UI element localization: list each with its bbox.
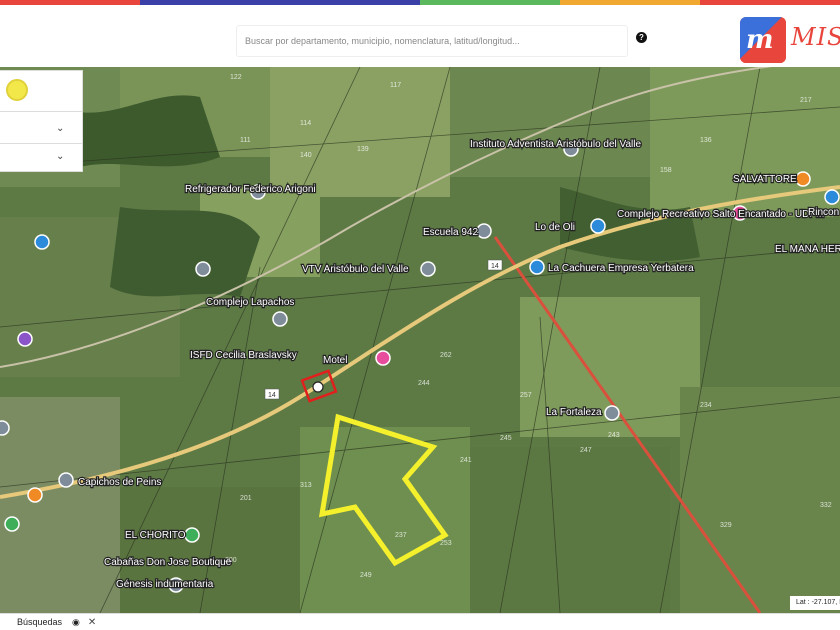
svg-text:253: 253 xyxy=(440,540,452,547)
chevron-down-icon[interactable]: ⌄ xyxy=(56,151,64,162)
poi-label: Rincon xyxy=(808,207,839,218)
location-pin-icon[interactable] xyxy=(6,79,28,101)
poi-label: EL CHORITO xyxy=(125,530,186,541)
close-icon[interactable]: ✕ xyxy=(88,617,96,628)
shop-icon xyxy=(604,405,620,421)
svg-text:111: 111 xyxy=(240,137,251,144)
svg-text:329: 329 xyxy=(720,522,732,529)
svg-text:117: 117 xyxy=(390,82,401,89)
svg-text:234: 234 xyxy=(700,402,712,409)
eye-icon[interactable]: ◉ xyxy=(72,617,80,628)
poi-label: Génesis indumentaria xyxy=(116,579,214,590)
shop-icon xyxy=(590,218,606,234)
app-logo: m xyxy=(740,17,786,63)
help-icon[interactable]: ? xyxy=(636,32,647,43)
svg-text:200: 200 xyxy=(225,557,237,564)
svg-text:122: 122 xyxy=(230,74,242,81)
parcel-marker-icon xyxy=(312,381,324,393)
poi-label: Complejo Lapachos xyxy=(206,297,294,308)
poi-label: Instituto Adventista Aristóbulo del Vall… xyxy=(470,139,641,150)
top-bar: Buscar por departamento, municipio, nome… xyxy=(0,5,840,67)
poi-label: EL MANA HERMANOS xyxy=(775,244,840,255)
map-canvas[interactable]: 14 14 Refrigerador Federico Arigoni Inst… xyxy=(0,67,840,613)
svg-text:247: 247 xyxy=(580,447,592,454)
shop-icon xyxy=(58,472,74,488)
svg-text:217: 217 xyxy=(800,97,812,104)
highway-shield: 14 xyxy=(268,392,276,399)
factory-icon xyxy=(529,259,545,275)
poi-label: Cabañas Don Jose Boutique xyxy=(104,557,232,568)
svg-text:262: 262 xyxy=(440,352,452,359)
svg-text:136: 136 xyxy=(700,137,712,144)
car-icon xyxy=(420,261,436,277)
chevron-down-icon[interactable]: ⌄ xyxy=(56,123,64,134)
shop-icon xyxy=(34,234,50,250)
svg-text:140: 140 xyxy=(300,152,312,159)
satellite-map[interactable]: 14 14 Refrigerador Federico Arigoni Inst… xyxy=(0,67,840,613)
hotel-icon xyxy=(375,350,391,366)
poi-label: SALVATTORE xyxy=(733,174,797,185)
poi-label: Refrigerador Federico Arigoni xyxy=(185,184,316,195)
shop-icon xyxy=(0,420,10,436)
park-icon xyxy=(184,527,200,543)
poi-label: VTV Aristóbulo del Valle xyxy=(302,264,409,275)
brand-name: MISIO xyxy=(791,23,840,51)
svg-text:237: 237 xyxy=(395,532,407,539)
svg-text:201: 201 xyxy=(240,495,252,502)
poi-label: La Cachuera Empresa Yerbatera xyxy=(548,263,694,274)
searches-label[interactable]: Búsquedas xyxy=(17,617,62,627)
searches-bar: Búsquedas ◉ ✕ xyxy=(0,613,840,630)
park-icon xyxy=(4,516,20,532)
poi-label: Motel xyxy=(323,355,347,366)
poi-label: La Fortaleza xyxy=(546,407,602,418)
poi-label: Capichos de Peins xyxy=(78,477,161,488)
school-icon xyxy=(272,311,288,327)
restaurant-icon xyxy=(27,487,43,503)
coordinate-readout: Lat : -27.107, L xyxy=(790,596,840,610)
shop-icon xyxy=(824,189,840,205)
poi-label: Complejo Recreativo Salto Encantado - UD… xyxy=(617,209,824,220)
svg-text:313: 313 xyxy=(300,482,312,489)
poi-label: ISFD Cecilia Braslavsky xyxy=(190,350,297,361)
lodging-icon xyxy=(195,261,211,277)
svg-text:249: 249 xyxy=(360,572,372,579)
svg-text:241: 241 xyxy=(460,457,472,464)
poi-label: Escuela 942 xyxy=(423,227,478,238)
school-icon xyxy=(476,223,492,239)
svg-text:158: 158 xyxy=(660,167,672,174)
svg-text:257: 257 xyxy=(520,392,532,399)
svg-text:244: 244 xyxy=(418,380,430,387)
svg-text:332: 332 xyxy=(820,502,832,509)
search-input[interactable]: Buscar por departamento, municipio, nome… xyxy=(236,25,628,57)
svg-text:114: 114 xyxy=(300,120,311,127)
layer-panel: ⌄ ⌄ xyxy=(0,70,83,172)
svg-text:245: 245 xyxy=(500,435,512,442)
poi-label: Lo de Oli xyxy=(535,222,575,233)
highway-shield: 14 xyxy=(491,263,499,270)
restaurant-icon xyxy=(795,171,811,187)
shop-icon xyxy=(17,331,33,347)
svg-text:139: 139 xyxy=(357,146,369,153)
svg-text:243: 243 xyxy=(608,432,620,439)
